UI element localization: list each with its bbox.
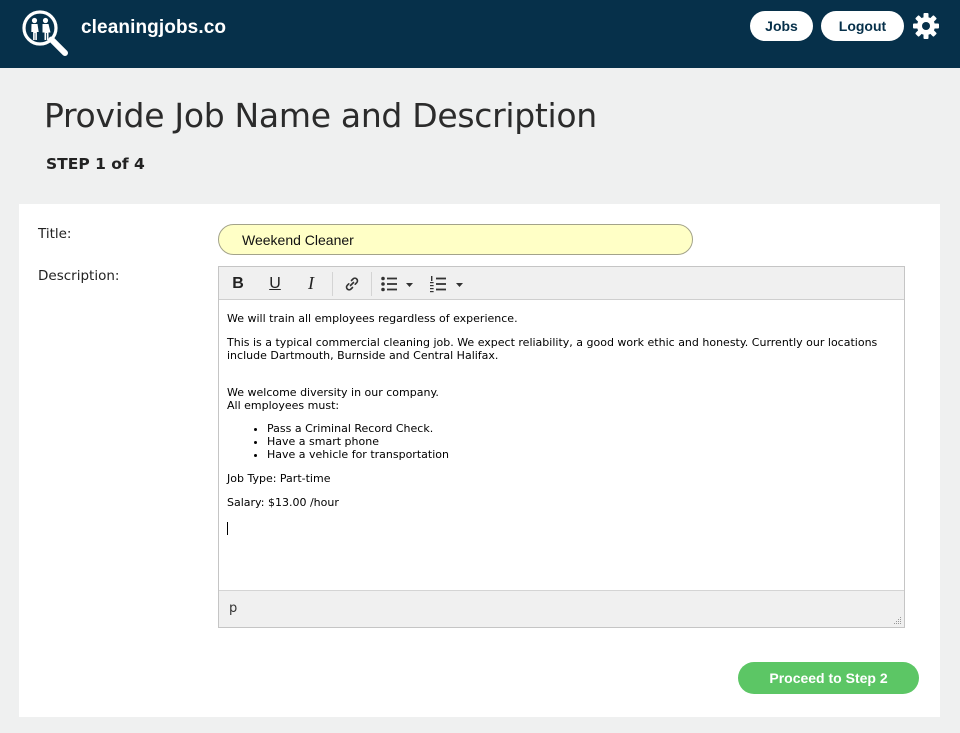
brand-name[interactable]: cleaningjobs.co	[81, 17, 226, 39]
list-item: Have a vehicle for transportation	[267, 448, 896, 461]
numbered-list-icon	[430, 275, 463, 292]
bold-button[interactable]: B	[227, 271, 249, 296]
bullet-list-icon	[381, 276, 413, 291]
resize-handle-icon[interactable]	[892, 615, 902, 625]
underline-button[interactable]: U	[264, 271, 286, 296]
jobs-button[interactable]: Jobs	[750, 11, 813, 41]
paragraph: This is a typical commercial cleaning jo…	[227, 336, 878, 362]
gear-icon[interactable]	[912, 12, 940, 40]
editor-content-area[interactable]: We will train all employees regardless o…	[219, 300, 904, 590]
editor-toolbar: B U I	[219, 267, 904, 300]
numbered-list-button[interactable]	[429, 271, 469, 296]
paragraph: We will train all employees regardless o…	[227, 312, 518, 325]
italic-button[interactable]: I	[300, 271, 322, 296]
page-title: Provide Job Name and Description	[44, 96, 597, 135]
paragraph: All employees must:	[227, 399, 340, 412]
paragraph: Salary: $13.00 /hour	[227, 496, 339, 509]
toolbar-divider	[332, 272, 333, 296]
list-item: Have a smart phone	[267, 435, 896, 448]
logout-button[interactable]: Logout	[821, 11, 904, 41]
description-editor: B U I We will train all employees regard…	[218, 266, 905, 628]
editor-statusbar: p	[219, 590, 904, 627]
toolbar-divider	[371, 272, 372, 296]
proceed-to-step-2-button[interactable]: Proceed to Step 2	[738, 662, 919, 694]
list-item: Pass a Criminal Record Check.	[267, 422, 896, 435]
paragraph: We welcome diversity in our company.	[227, 386, 439, 399]
title-label: Title:	[38, 226, 72, 242]
people-magnifier-icon[interactable]	[20, 9, 70, 57]
paragraph: Job Type: Part-time	[227, 472, 331, 485]
element-path[interactable]: p	[229, 601, 237, 616]
description-label: Description:	[38, 268, 120, 284]
requirements-list: Pass a Criminal Record Check. Have a sma…	[267, 422, 896, 461]
title-input[interactable]	[218, 224, 693, 255]
job-form-card: Title: Description: B U I	[19, 204, 940, 717]
link-button[interactable]	[339, 271, 365, 296]
bullet-list-button[interactable]	[379, 271, 419, 296]
text-cursor	[227, 522, 228, 535]
link-icon	[345, 276, 359, 291]
top-navbar: cleaningjobs.co Jobs Logout	[0, 0, 960, 68]
step-indicator: STEP 1 of 4	[46, 155, 145, 173]
